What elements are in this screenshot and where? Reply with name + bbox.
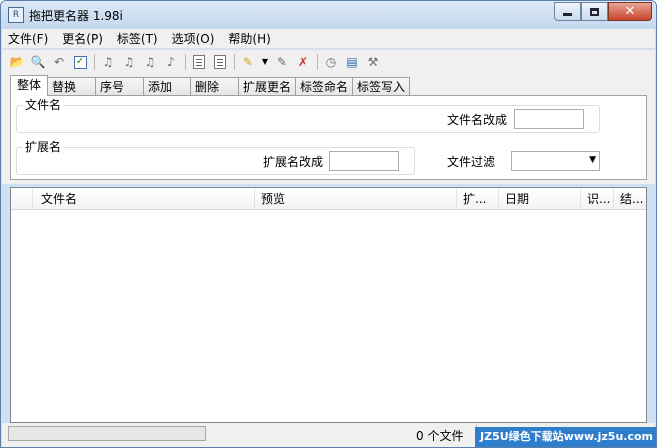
file-count: 0 个文件 (416, 429, 464, 443)
progress-bar (8, 426, 206, 441)
tab-overall[interactable]: 整体 (10, 75, 49, 96)
undo-icon[interactable]: ↶ (50, 53, 68, 71)
filename-change-label: 文件名改成 (447, 113, 508, 127)
column-preview[interactable]: 预览 (255, 188, 457, 210)
file-filter-label: 文件过滤 (447, 155, 496, 169)
chevron-down-icon: ▼ (589, 155, 596, 165)
tab-extension-rename[interactable]: 扩展更名 (238, 77, 297, 96)
menu-file[interactable]: 文件(F) (8, 30, 48, 47)
column-result[interactable]: 结... (614, 188, 646, 210)
tab-page-overall: 文件名 文件名改成 扩展名 扩展名改成 文件过滤 ▼ (10, 95, 647, 180)
toolbar-separator (185, 54, 186, 70)
filename-group: 文件名 (16, 98, 600, 133)
extension-change-label: 扩展名改成 (263, 155, 324, 169)
filename-group-label: 文件名 (23, 98, 64, 112)
music-tag-icon-4[interactable]: ♪ (162, 53, 180, 71)
toolbar-separator (234, 54, 235, 70)
clock-icon[interactable]: ◷ (322, 53, 340, 71)
text-file-icon-2[interactable] (211, 53, 229, 71)
tab-tag-writing[interactable]: 标签写入 (352, 77, 411, 96)
main-window: R 拖把更名器 1.98i ✕ 文件(F) 更名(P) 标签(T) 选项(O) … (0, 0, 657, 448)
tools-icon[interactable]: ⚒ (364, 53, 382, 71)
edit-file-icon[interactable]: ✎ (273, 53, 291, 71)
music-tag-icon-1[interactable]: ♫ (99, 53, 117, 71)
column-filename[interactable]: 文件名 (33, 188, 255, 210)
column-extension[interactable]: 扩... (457, 188, 499, 210)
open-folder-icon[interactable]: 📂 (8, 53, 26, 71)
menu-bar: 文件(F) 更名(P) 标签(T) 选项(O) 帮助(H) (2, 29, 655, 49)
column-blank[interactable] (11, 188, 33, 210)
tab-tag-naming[interactable]: 标签命名 (295, 77, 354, 96)
title-bar[interactable]: R 拖把更名器 1.98i ✕ (1, 1, 656, 29)
filename-change-input[interactable] (514, 109, 584, 129)
list-header: 文件名 预览 扩... 日期 识... 结... (11, 188, 646, 210)
close-button[interactable]: ✕ (608, 2, 652, 21)
maximize-button[interactable] (581, 2, 608, 21)
minimize-button[interactable] (554, 2, 581, 21)
menu-help[interactable]: 帮助(H) (228, 30, 270, 47)
tab-delete[interactable]: 删除 (190, 77, 240, 96)
close-icon: ✕ (624, 4, 636, 19)
tab-add[interactable]: 添加 (143, 77, 192, 96)
search-icon[interactable]: 🔍 (29, 53, 47, 71)
file-list[interactable]: 文件名 预览 扩... 日期 识... 结... (10, 187, 647, 423)
column-identify[interactable]: 识... (581, 188, 614, 210)
text-file-icon-1[interactable] (190, 53, 208, 71)
panel-icon[interactable]: ▤ (343, 53, 361, 71)
menu-tag[interactable]: 标签(T) (117, 30, 158, 47)
tab-replace[interactable]: 替换 (47, 77, 97, 96)
app-icon[interactable]: R (8, 7, 24, 23)
toolbar-separator (94, 54, 95, 70)
minimize-icon (563, 13, 572, 16)
column-date[interactable]: 日期 (499, 188, 581, 210)
checklist-icon[interactable]: ✓ (71, 53, 89, 71)
pencil-icon[interactable]: ✎ (239, 53, 257, 71)
dropdown-arrow-icon[interactable]: ▼ (260, 53, 270, 71)
music-tag-icon-2[interactable]: ♫ (120, 53, 138, 71)
caption-buttons: ✕ (554, 2, 652, 22)
delete-file-icon[interactable]: ✗ (294, 53, 312, 71)
extension-change-input[interactable] (329, 151, 399, 171)
tab-strip: 整体 替换 序号 添加 删除 扩展更名 标签命名 标签写入 (10, 75, 411, 96)
music-tag-icon-3[interactable]: ♫ (141, 53, 159, 71)
toolbar: 📂 🔍 ↶ ✓ ♫ ♫ ♫ ♪ ✎ ▼ ✎ ✗ ◷ ▤ ⚒ (2, 50, 655, 74)
window-title: 拖把更名器 1.98i (29, 9, 123, 23)
maximize-icon (590, 7, 599, 16)
file-filter-select[interactable]: ▼ (511, 151, 600, 171)
menu-options[interactable]: 选项(O) (172, 30, 215, 47)
watermark-banner: JZ5U绿色下载站www.jz5u.com (475, 427, 656, 447)
menu-rename[interactable]: 更名(P) (62, 30, 103, 47)
tab-sequence[interactable]: 序号 (95, 77, 145, 96)
toolbar-separator (317, 54, 318, 70)
extension-group-label: 扩展名 (23, 140, 64, 154)
